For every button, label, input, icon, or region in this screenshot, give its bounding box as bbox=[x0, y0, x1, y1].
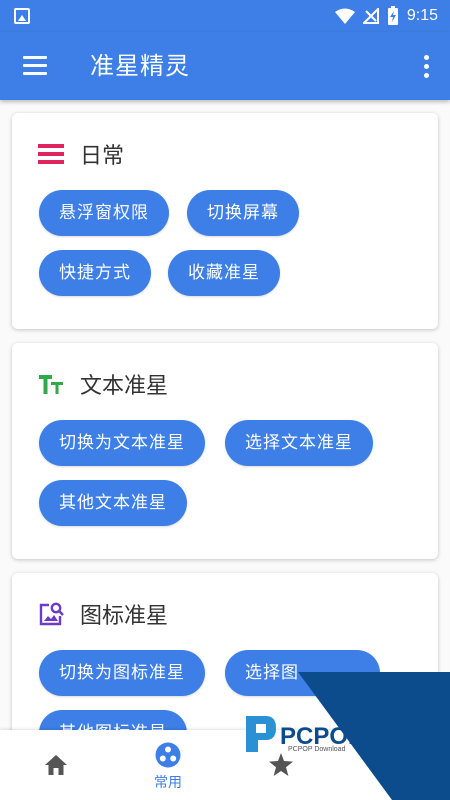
menu-icon-line bbox=[23, 72, 47, 75]
menu-icon-line bbox=[23, 64, 47, 67]
more-icon-dot bbox=[424, 73, 429, 78]
image-search-icon bbox=[38, 601, 64, 627]
home-icon bbox=[45, 755, 67, 775]
status-time: 9:15 bbox=[406, 7, 438, 24]
no-signal-icon bbox=[362, 8, 379, 24]
dots-icon bbox=[155, 742, 181, 768]
card-header: 文本准星 bbox=[38, 367, 168, 401]
battery-charging-icon bbox=[387, 6, 398, 25]
wifi-icon bbox=[334, 8, 355, 24]
card-title: 文本准星 bbox=[80, 374, 169, 399]
star-icon bbox=[269, 753, 293, 776]
card-title: 日常 bbox=[80, 144, 125, 169]
menu-icon-line bbox=[23, 56, 47, 59]
nav-common[interactable]: 常用 bbox=[113, 730, 223, 800]
menu-button[interactable] bbox=[18, 50, 52, 82]
overlay-permission-button[interactable]: 悬浮窗权限 bbox=[39, 190, 169, 236]
more-icon-dot bbox=[424, 64, 429, 69]
nav-common-label: 常用 bbox=[154, 775, 182, 791]
nav-favorites[interactable] bbox=[226, 730, 336, 800]
more-icon-dot bbox=[424, 55, 429, 60]
card-icon-crosshair: 图标准星 切换为图标准星 选择图 其他图标准星 bbox=[12, 573, 438, 730]
switch-to-text-crosshair-button[interactable]: 切换为文本准星 bbox=[39, 420, 205, 466]
switch-to-icon-crosshair-button[interactable]: 切换为图标准星 bbox=[39, 650, 205, 696]
other-text-crosshair-button[interactable]: 其他文本准星 bbox=[39, 480, 187, 526]
list-icon bbox=[38, 141, 64, 167]
shortcut-button[interactable]: 快捷方式 bbox=[39, 250, 151, 296]
text-format-icon bbox=[38, 371, 64, 397]
other-icon-crosshair-button[interactable]: 其他图标准星 bbox=[39, 710, 187, 730]
more-options-button[interactable] bbox=[416, 50, 436, 82]
bottom-navigation: 常用 bbox=[0, 730, 450, 800]
card-title: 图标准星 bbox=[80, 604, 169, 629]
switch-screen-button[interactable]: 切换屏幕 bbox=[187, 190, 299, 236]
card-header: 图标准星 bbox=[38, 597, 168, 631]
status-icons: 9:15 bbox=[334, 6, 438, 26]
select-icon-crosshair-button[interactable]: 选择图 bbox=[225, 650, 380, 696]
status-bar: 9:15 bbox=[0, 0, 450, 32]
card-daily: 日常 悬浮窗权限 切换屏幕 快捷方式 收藏准星 bbox=[12, 113, 438, 329]
card-text-crosshair: 文本准星 切换为文本准星 选择文本准星 其他文本准星 bbox=[12, 343, 438, 559]
nav-home[interactable] bbox=[0, 730, 110, 800]
select-text-crosshair-button[interactable]: 选择文本准星 bbox=[225, 420, 373, 466]
image-notification-icon bbox=[14, 8, 30, 24]
main-content[interactable]: 日常 悬浮窗权限 切换屏幕 快捷方式 收藏准星 文本准星 切换为文本准星 选择文… bbox=[0, 100, 450, 730]
app-bar: 准星精灵 bbox=[0, 32, 450, 100]
card-header: 日常 bbox=[38, 137, 124, 171]
app-title: 准星精灵 bbox=[90, 52, 190, 80]
favorite-crosshair-button[interactable]: 收藏准星 bbox=[168, 250, 280, 296]
